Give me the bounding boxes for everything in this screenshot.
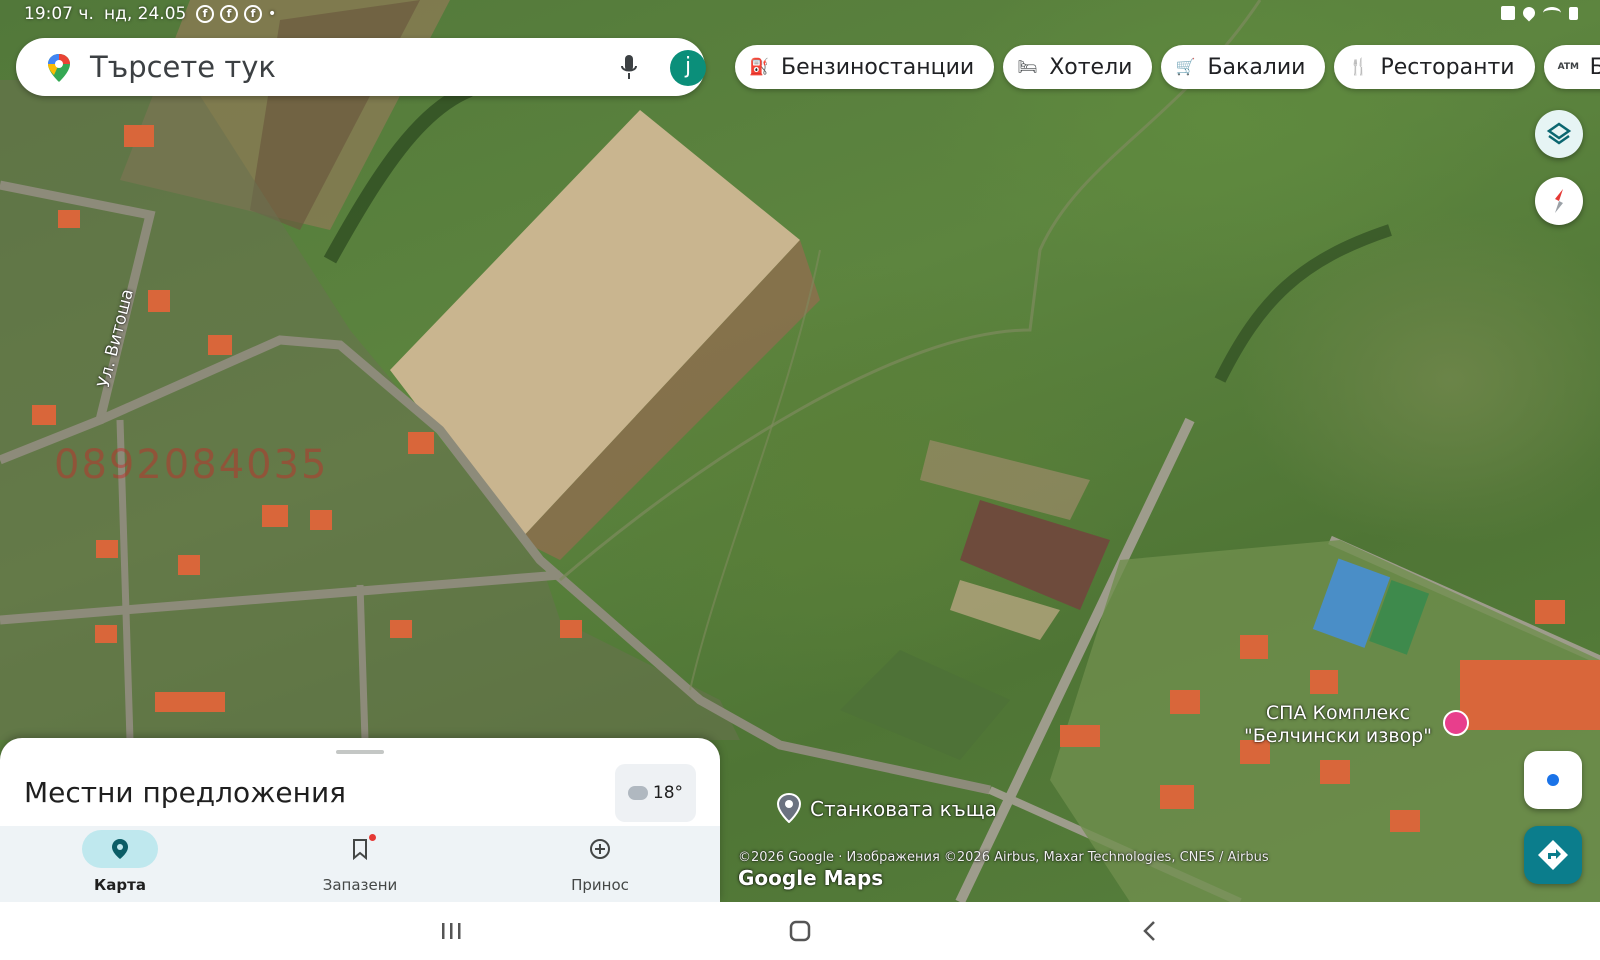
layers-icon xyxy=(1546,122,1572,145)
status-bar: 19:07 ч. нд, 24.05 f f f • xyxy=(0,0,1600,30)
status-time: 19:07 ч. xyxy=(24,4,94,24)
sheet-drag-handle[interactable] xyxy=(336,750,384,754)
bed-icon: 🛏 xyxy=(1017,57,1038,76)
home-icon[interactable] xyxy=(785,918,815,944)
chip-hotels[interactable]: 🛏 Хотели xyxy=(1003,45,1153,89)
weather-chip[interactable]: 18° xyxy=(615,764,696,822)
bookmark-icon xyxy=(353,839,367,860)
recent-apps-icon[interactable] xyxy=(436,918,466,944)
search-bar[interactable]: Търсете тук j xyxy=(16,38,706,96)
cart-icon: 🛒 xyxy=(1175,57,1196,76)
weather-temperature: 18° xyxy=(652,783,684,803)
chip-groceries[interactable]: 🛒 Бакалии xyxy=(1161,45,1326,89)
nav-label: Запазени xyxy=(322,876,398,894)
chip-label: Бакалии xyxy=(1207,54,1306,80)
compass-icon xyxy=(1555,189,1563,213)
facebook-icon: f xyxy=(196,5,214,23)
search-input[interactable]: Търсете тук xyxy=(90,50,276,84)
google-maps-pin-icon xyxy=(48,54,70,82)
chip-restaurants[interactable]: 🍴 Ресторанти xyxy=(1334,45,1535,89)
fork-knife-icon: 🍴 xyxy=(1348,57,1369,76)
layers-button[interactable] xyxy=(1535,110,1583,158)
facebook-icon: f xyxy=(244,5,262,23)
chip-banks[interactable]: ATM Банк xyxy=(1543,45,1600,89)
sheet-title: Местни предложения xyxy=(24,776,346,809)
atm-icon: ATM xyxy=(1557,62,1579,72)
system-navigation-bar xyxy=(0,902,1600,960)
nav-label: Принос xyxy=(571,876,629,894)
nav-map[interactable]: Карта xyxy=(0,826,240,902)
map-copyright: ©2026 Google · Изображения ©2026 Airbus,… xyxy=(738,850,1269,865)
status-date: нд, 24.05 xyxy=(104,4,187,24)
poi-spa-label[interactable]: СПА Комплекс "Белчински извор" xyxy=(1244,702,1432,748)
chip-label: Банк xyxy=(1589,54,1600,80)
map-pin-icon xyxy=(112,839,128,859)
category-chips: ⛽ Бензиностанции 🛏 Хотели 🛒 Бакалии 🍴 Ре… xyxy=(735,45,1600,89)
directions-button[interactable] xyxy=(1524,826,1582,884)
add-circle-icon xyxy=(590,839,610,859)
hotel-marker-icon[interactable] xyxy=(1443,710,1469,736)
facebook-icon: f xyxy=(220,5,238,23)
back-icon[interactable] xyxy=(1136,918,1166,944)
alarm-icon xyxy=(1501,6,1515,20)
compass-button[interactable] xyxy=(1535,177,1583,225)
battery-icon xyxy=(1569,6,1578,20)
chip-label: Ресторанти xyxy=(1380,54,1515,80)
location-icon xyxy=(1520,4,1538,22)
wifi-icon xyxy=(1543,7,1561,19)
nav-contribute[interactable]: Принос xyxy=(480,826,720,902)
notification-icons: f f f • xyxy=(196,5,276,23)
nav-label: Карта xyxy=(94,876,146,894)
poi-spa-line1: СПА Комплекс xyxy=(1265,702,1411,724)
chip-gas-stations[interactable]: ⛽ Бензиностанции xyxy=(735,45,995,89)
microphone-icon[interactable] xyxy=(620,54,638,82)
google-maps-logo: Google Maps xyxy=(738,866,884,890)
system-status-icons xyxy=(1501,4,1578,22)
chip-label: Бензиностанции xyxy=(781,54,975,80)
nav-saved[interactable]: Запазени xyxy=(240,826,480,902)
cloud-rain-icon xyxy=(627,786,648,800)
directions-icon xyxy=(1538,840,1568,870)
poi-place-label[interactable]: Станковата къща xyxy=(810,797,997,821)
phone-watermark: 0892084035 xyxy=(54,442,329,488)
gas-station-icon: ⛽ xyxy=(749,57,769,76)
my-location-button[interactable] xyxy=(1524,751,1582,809)
my-location-icon xyxy=(1547,774,1559,786)
bottom-navigation: Карта Запазени Принос xyxy=(0,826,720,902)
saved-notification-dot xyxy=(369,834,376,841)
place-pin-icon[interactable] xyxy=(776,793,802,823)
poi-spa-line2: "Белчински извор" xyxy=(1244,725,1432,747)
dot-icon: • xyxy=(268,6,277,22)
chip-label: Хотели xyxy=(1049,54,1133,80)
account-avatar[interactable]: j xyxy=(670,50,706,86)
